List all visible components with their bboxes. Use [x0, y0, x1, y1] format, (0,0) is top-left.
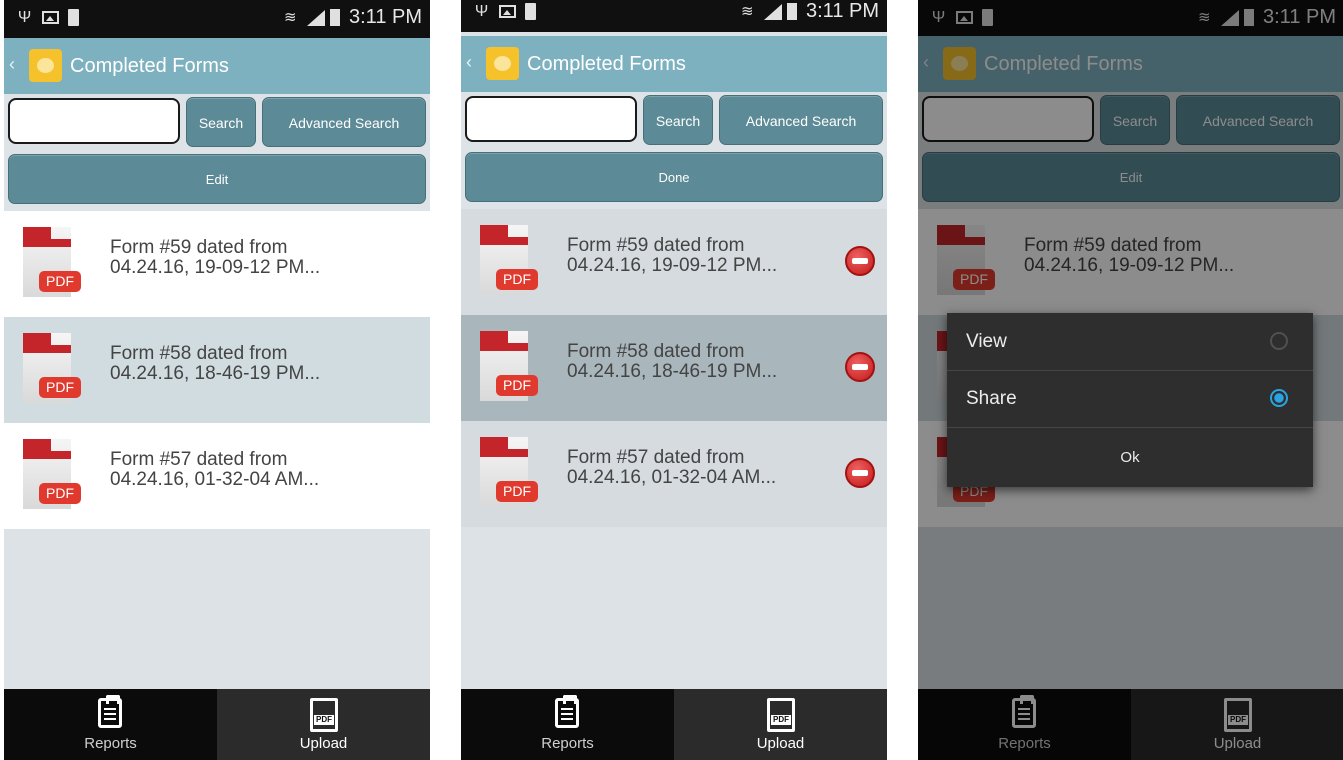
list-item[interactable]: PDF Form #58 dated from 04.24.16, 18-46-1…: [4, 317, 430, 423]
form-title: Form #59 dated from 04.24.16, 19-09-12 PM…: [110, 237, 321, 278]
clipboard-icon: [98, 695, 122, 728]
app-logo-icon: [486, 47, 519, 80]
tab-reports[interactable]: Reports: [461, 689, 674, 760]
phone-screen-3: Ψ ≋ 3:11 PM ‹ Completed Forms Search Adv…: [918, 0, 1343, 760]
phone-screen-1: Ψ ≋ 3:11 PM ‹ Completed Forms Search Adv…: [4, 0, 430, 760]
pdf-upload-icon: PDF: [767, 698, 795, 732]
delete-icon[interactable]: [845, 458, 875, 488]
edit-button[interactable]: Edit: [8, 154, 426, 204]
toolbar: Search Advanced Search Edit: [4, 94, 430, 211]
done-button[interactable]: Done: [465, 152, 883, 202]
pdf-file-icon: PDF: [476, 331, 538, 403]
app-bar: ‹ Completed Forms: [4, 38, 430, 94]
pdf-file-icon: PDF: [19, 227, 81, 299]
ok-button[interactable]: Ok: [947, 428, 1313, 487]
back-icon[interactable]: ‹: [9, 54, 15, 75]
search-input[interactable]: [8, 98, 180, 144]
bottom-tab-bar: Reports PDF Upload: [461, 689, 887, 760]
bottom-tab-bar: Reports PDF Upload: [4, 689, 430, 760]
action-dialog: View Share Ok: [947, 313, 1313, 487]
pdf-file-icon: PDF: [19, 333, 81, 405]
wifi-icon: ≋: [284, 8, 297, 26]
storage-icon: [68, 9, 79, 26]
tab-label: Upload: [756, 735, 805, 752]
status-bar: Ψ ≋ 3:11 PM: [4, 0, 430, 38]
radio-button-icon[interactable]: [1270, 332, 1288, 350]
tab-upload[interactable]: PDF Upload: [217, 689, 430, 760]
page-title: Completed Forms: [70, 55, 229, 77]
page-title: Completed Forms: [527, 53, 686, 75]
search-button[interactable]: Search: [643, 95, 713, 145]
form-title: Form #57 dated from04.24.16, 01-32-04 AM…: [567, 447, 777, 488]
pdf-upload-icon: PDF: [310, 698, 338, 732]
advanced-search-button[interactable]: Advanced Search: [719, 95, 883, 145]
list-item[interactable]: PDF Form #57 dated from 04.24.16, 01-32-0…: [461, 421, 887, 527]
usb-icon: Ψ: [17, 9, 32, 26]
battery-icon: [330, 9, 340, 26]
tab-label: Upload: [299, 735, 348, 752]
advanced-search-button[interactable]: Advanced Search: [262, 97, 426, 147]
usb-icon: Ψ: [474, 3, 489, 20]
delete-icon[interactable]: [845, 352, 875, 382]
option-label: Share: [966, 388, 1017, 409]
status-bar: Ψ ≋ 3:11 PM: [461, 0, 887, 32]
signal-icon: [307, 9, 325, 26]
storage-icon: [525, 3, 536, 20]
forms-list: PDF Form #59 dated from 04.24.16, 19-09-1…: [461, 209, 887, 527]
delete-icon[interactable]: [845, 246, 875, 276]
app-bar: ‹ Completed Forms: [461, 36, 887, 92]
tab-label: Reports: [84, 735, 137, 752]
pdf-file-icon: PDF: [476, 225, 538, 297]
form-title: Form #57 dated from04.24.16, 01-32-04 AM…: [110, 449, 320, 490]
status-time: 3:11 PM: [806, 0, 879, 22]
tab-upload[interactable]: PDF Upload: [674, 689, 887, 760]
tab-reports[interactable]: Reports: [4, 689, 217, 760]
form-title: Form #58 dated from04.24.16, 18-46-19 PM…: [110, 343, 321, 384]
list-item[interactable]: PDF Form #59 dated from 04.24.16, 19-09-1…: [4, 211, 430, 317]
search-button[interactable]: Search: [186, 97, 256, 147]
option-label: View: [966, 331, 1007, 352]
signal-icon: [764, 3, 782, 20]
list-item[interactable]: PDF Form #58 dated from 04.24.16, 18-46-1…: [461, 315, 887, 421]
back-icon[interactable]: ‹: [466, 52, 472, 73]
tab-label: Reports: [541, 735, 594, 752]
phone-screen-2: Ψ ≋ 3:11 PM ‹ Completed Forms Search Adv…: [461, 0, 887, 760]
dialog-option-view[interactable]: View: [947, 313, 1313, 371]
forms-list: PDF Form #59 dated from 04.24.16, 19-09-1…: [4, 211, 430, 529]
radio-button-selected-icon[interactable]: [1270, 389, 1288, 407]
search-input[interactable]: [465, 96, 637, 142]
wifi-icon: ≋: [741, 2, 754, 20]
image-notification-icon: [42, 11, 59, 24]
app-logo-icon: [29, 49, 62, 82]
form-title: Form #59 dated from 04.24.16, 19-09-12 PM…: [567, 235, 778, 276]
battery-icon: [787, 3, 797, 20]
pdf-file-icon: PDF: [19, 439, 81, 511]
image-notification-icon: [499, 5, 516, 18]
status-time: 3:11 PM: [349, 6, 422, 28]
form-title: Form #58 dated from04.24.16, 18-46-19 PM…: [567, 341, 778, 382]
toolbar: Search Advanced Search Done: [461, 92, 887, 209]
pdf-file-icon: PDF: [476, 437, 538, 509]
list-item[interactable]: PDF Form #57 dated from 04.24.16, 01-32-0…: [4, 423, 430, 529]
clipboard-icon: [555, 695, 579, 728]
list-item[interactable]: PDF Form #59 dated from 04.24.16, 19-09-1…: [461, 209, 887, 315]
dialog-option-share[interactable]: Share: [947, 370, 1313, 428]
